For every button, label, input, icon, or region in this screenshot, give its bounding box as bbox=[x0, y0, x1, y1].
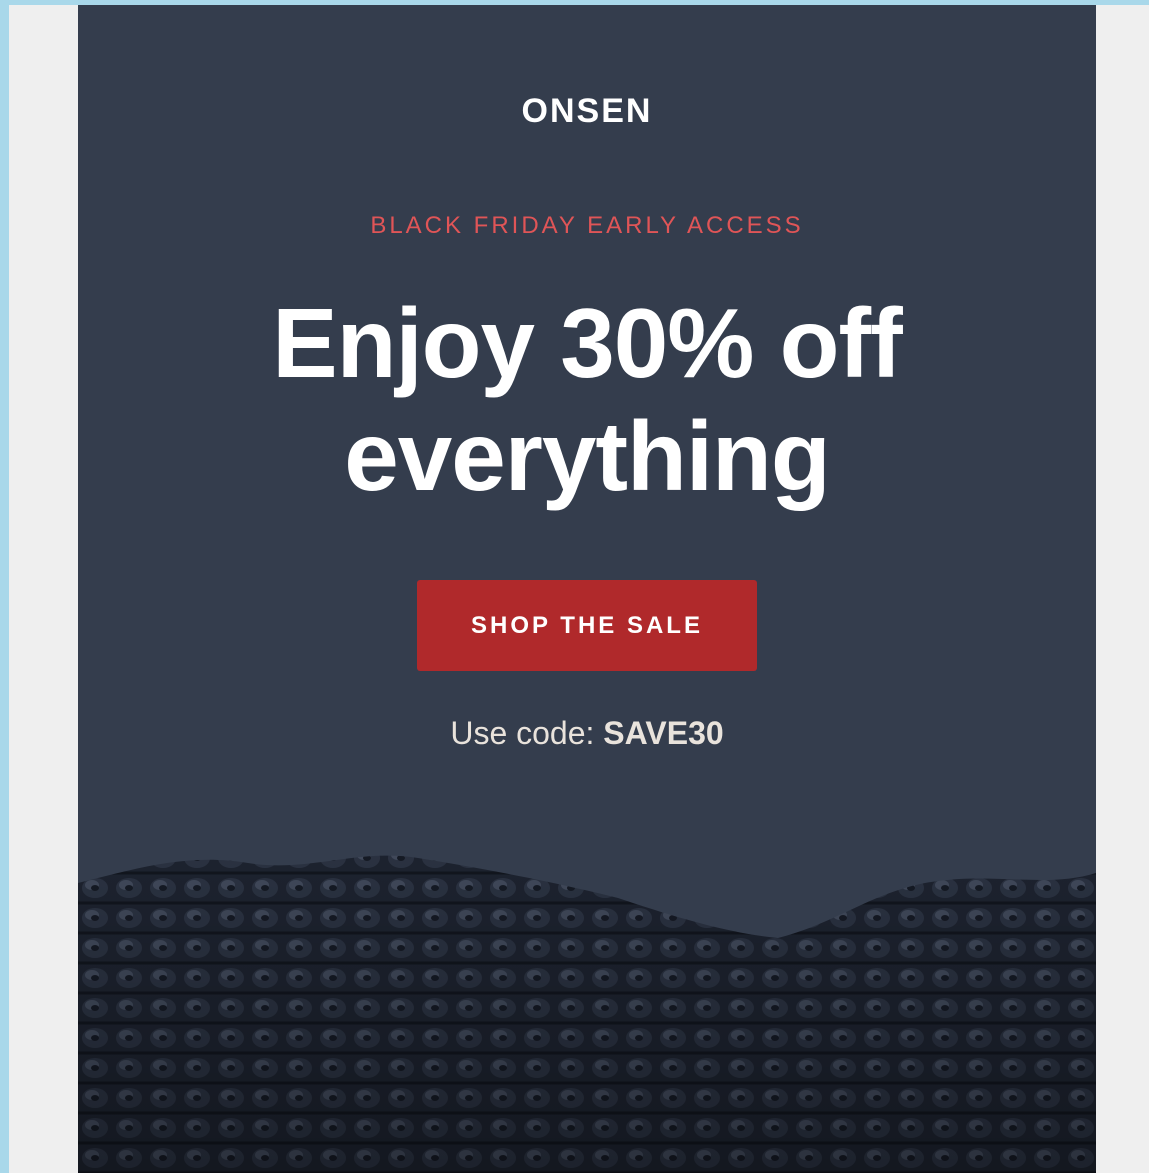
promo-code-label: Use code: bbox=[450, 715, 595, 751]
headline-line-2: everything bbox=[344, 401, 831, 511]
promo-code-line: Use code: SAVE30 bbox=[78, 715, 1096, 752]
shop-the-sale-button[interactable]: SHOP THE SALE bbox=[417, 580, 757, 671]
email-body: ONSEN BLACK FRIDAY EARLY ACCESS Enjoy 30… bbox=[78, 5, 1096, 1173]
promo-eyebrow: BLACK FRIDAY EARLY ACCESS bbox=[370, 212, 804, 239]
headline-line-1: Enjoy 30% off bbox=[272, 288, 903, 398]
brand-logo[interactable]: ONSEN bbox=[78, 92, 1096, 131]
headline: Enjoy 30% off everything bbox=[78, 287, 1096, 513]
knitted-blanket-image[interactable] bbox=[78, 843, 1096, 1173]
promo-code-value: SAVE30 bbox=[603, 715, 724, 751]
